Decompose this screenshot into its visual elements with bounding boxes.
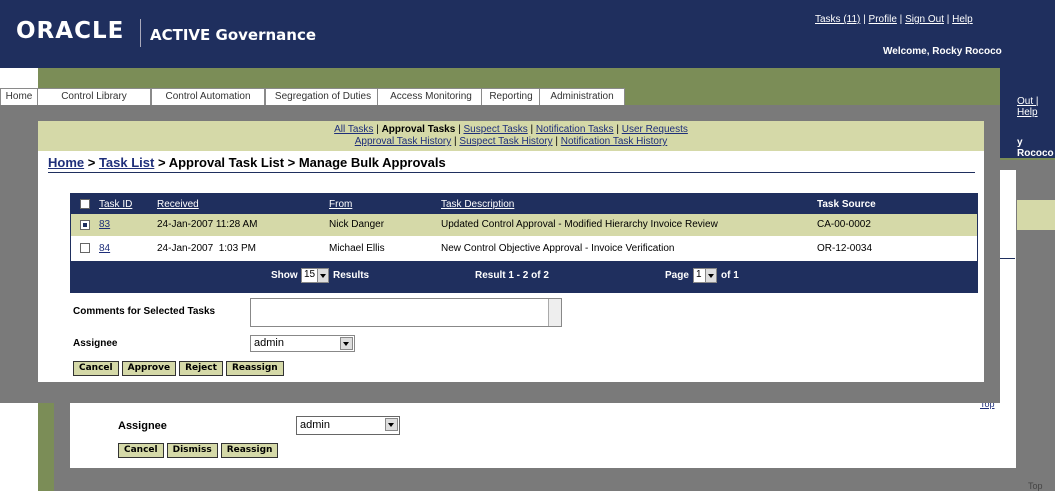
background-header-links[interactable]: Out | Help (1017, 96, 1055, 118)
help-link[interactable]: Help (952, 14, 973, 25)
comments-label: Comments for Selected Tasks (73, 306, 216, 317)
subnav-suspect-tasks[interactable]: Suspect Tasks (463, 124, 527, 135)
from-cell: Michael Ellis (329, 243, 385, 254)
column-received[interactable]: Received (157, 199, 199, 210)
row-checkbox[interactable] (80, 220, 90, 230)
background-dismiss-button[interactable]: Dismiss (166, 443, 218, 458)
header-links: Tasks (11) | Profile | Sign Out | Help (815, 14, 973, 25)
tab-home[interactable]: Home (0, 88, 38, 105)
subnav-all-tasks[interactable]: All Tasks (334, 124, 373, 135)
results-label: Results (333, 270, 370, 281)
column-task-description[interactable]: Task Description (441, 199, 514, 210)
description-cell: Updated Control Approval - Modified Hier… (441, 219, 718, 230)
task-table: Task ID Received From Task Description T… (70, 193, 978, 293)
received-cell: 24-Jan-2007 11:28 AM (157, 219, 258, 230)
background-assignee-select[interactable]: admin (296, 416, 400, 435)
cancel-button[interactable]: Cancel (73, 361, 119, 376)
table-header: Task ID Received From Task Description T… (71, 194, 977, 214)
comments-textarea[interactable] (250, 298, 562, 327)
chevron-down-icon[interactable] (385, 418, 398, 431)
subnav-notification-task-history[interactable]: Notification Task History (561, 136, 668, 147)
background-assignee-value: admin (300, 419, 330, 431)
show-label: Show (271, 270, 298, 281)
welcome-text: Welcome, Rocky Rococo (883, 46, 1002, 57)
breadcrumb-current: Approval Task List > Manage Bulk Approva… (168, 155, 446, 170)
source-cell: OR-12-0034 (817, 243, 873, 254)
logo-divider (140, 19, 141, 47)
tab-administration[interactable]: Administration (539, 88, 625, 105)
received-cell: 24-Jan-2007 1:03 PM (157, 243, 256, 254)
subnav-suspect-task-history[interactable]: Suspect Task History (459, 136, 552, 147)
breadcrumb: Home > Task List > Approval Task List > … (48, 155, 446, 170)
tab-access-monitoring[interactable]: Access Monitoring (377, 88, 485, 105)
assignee-select[interactable]: admin (250, 335, 355, 352)
reassign-button[interactable]: Reassign (225, 361, 284, 376)
background-button-row: Cancel Dismiss Reassign (118, 443, 281, 458)
background-reassign-button[interactable]: Reassign (220, 443, 279, 458)
chevron-down-icon[interactable] (317, 269, 328, 282)
tab-reporting[interactable]: Reporting (481, 88, 541, 105)
tab-control-library[interactable]: Control Library (37, 88, 151, 105)
table-row[interactable]: 84 24-Jan-2007 1:03 PM Michael Ellis New… (71, 238, 977, 260)
reject-button[interactable]: Reject (179, 361, 223, 376)
column-task-id[interactable]: Task ID (99, 199, 132, 210)
page-value: 1 (696, 269, 702, 280)
oracle-logo: ORACLE (16, 18, 125, 44)
app-name: ACTIVE Governance (150, 26, 317, 44)
subnav-approval-task-history[interactable]: Approval Task History (355, 136, 452, 147)
chevron-down-icon[interactable] (340, 337, 353, 350)
subnav-approval-tasks[interactable]: Approval Tasks (382, 124, 456, 135)
assignee-label: Assignee (73, 338, 118, 349)
background-subnav-bar (1017, 200, 1055, 230)
column-from[interactable]: From (329, 199, 352, 210)
background-welcome-text: y Rococo (1017, 137, 1054, 159)
page-label: Page (665, 270, 689, 281)
tab-control-automation[interactable]: Control Automation (151, 88, 265, 105)
page-select[interactable]: 1 (693, 268, 717, 283)
table-row[interactable]: 83 24-Jan-2007 11:28 AM Nick Danger Upda… (71, 214, 977, 236)
assignee-value: admin (254, 337, 284, 349)
task-id-link[interactable]: 84 (99, 243, 110, 254)
breadcrumb-divider (48, 172, 975, 173)
task-subnav: All Tasks | Approval Tasks | Suspect Tas… (38, 121, 984, 151)
profile-link[interactable]: Profile (869, 14, 897, 25)
page-of-label: of 1 (721, 270, 739, 281)
task-id-link[interactable]: 83 (99, 219, 110, 230)
from-cell: Nick Danger (329, 219, 385, 230)
row-checkbox[interactable] (80, 243, 90, 253)
result-count: Result 1 - 2 of 2 (475, 270, 549, 281)
sign-out-link[interactable]: Sign Out (905, 14, 944, 25)
table-pagination: Show 15 Results Result 1 - 2 of 2 Page 1… (71, 261, 977, 292)
breadcrumb-task-list[interactable]: Task List (99, 155, 154, 170)
source-cell: CA-00-0002 (817, 219, 871, 230)
comments-scrollbar[interactable] (548, 299, 561, 326)
description-cell: New Control Objective Approval - Invoice… (441, 243, 675, 254)
column-task-source: Task Source (817, 199, 876, 210)
chevron-down-icon[interactable] (705, 269, 716, 282)
breadcrumb-home[interactable]: Home (48, 155, 84, 170)
page-size-value: 15 (304, 269, 316, 280)
background-assignee-label: Assignee (118, 420, 167, 432)
tab-segregation-of-duties[interactable]: Segregation of Duties (265, 88, 381, 105)
background-cancel-button[interactable]: Cancel (118, 443, 164, 458)
page-size-select[interactable]: 15 (301, 268, 329, 283)
select-all-checkbox[interactable] (80, 199, 90, 209)
subnav-user-requests[interactable]: User Requests (622, 124, 688, 135)
tasks-link[interactable]: Tasks (11) (815, 14, 860, 25)
action-button-row: Cancel Approve Reject Reassign (73, 361, 287, 376)
approve-button[interactable]: Approve (121, 361, 177, 376)
subnav-notification-tasks[interactable]: Notification Tasks (536, 124, 614, 135)
background-top-link-outer[interactable]: Top (1028, 481, 1043, 491)
